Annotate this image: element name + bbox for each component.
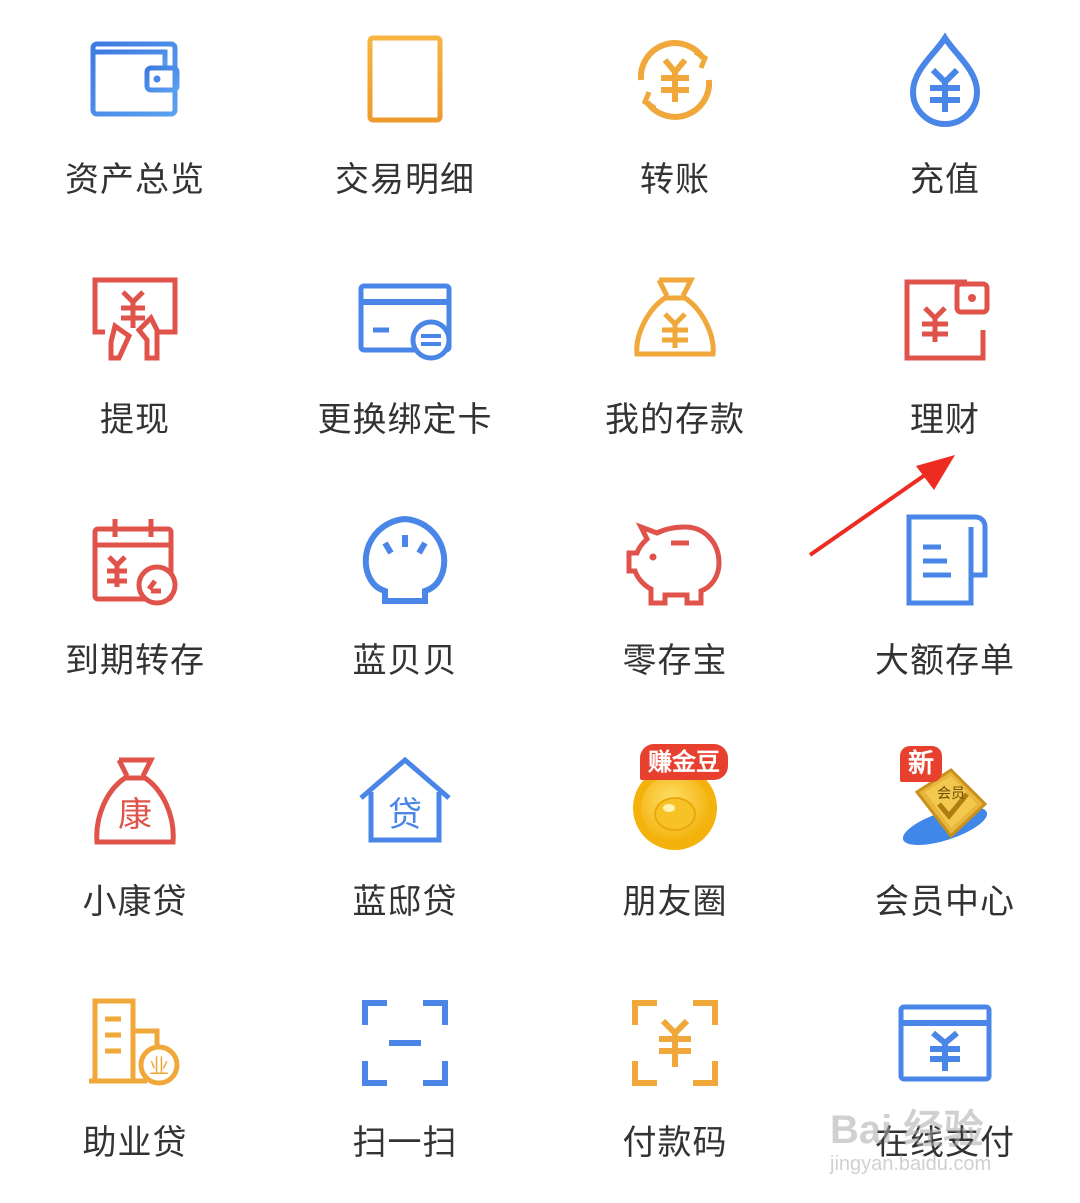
menu-item-landi-loan[interactable]: 贷 蓝邸贷 <box>270 722 540 962</box>
menu-item-label: 我的存款 <box>605 400 745 440</box>
menu-item-label: 付款码 <box>622 1123 728 1163</box>
menu-item-change-card[interactable]: 更换绑定卡 <box>270 240 540 480</box>
menu-item-large-cd[interactable]: 大额存单 <box>810 481 1080 721</box>
menu-item-label: 交易明细 <box>335 160 475 200</box>
kang-glyph: 康 <box>118 795 152 835</box>
member-glyph: 会员 <box>937 786 965 802</box>
menu-item-label: 更换绑定卡 <box>317 400 493 440</box>
menu-item-renew-deposit[interactable]: 到期转存 <box>0 481 270 721</box>
menu-item-transactions[interactable]: 交易明细 <box>270 0 540 240</box>
menu-item-recharge[interactable]: 充值 <box>810 0 1080 240</box>
wallet-icon <box>85 30 185 130</box>
pay-code-icon <box>625 993 725 1093</box>
menu-item-asset-overview[interactable]: 资产总览 <box>0 0 270 240</box>
menu-item-label: 助业贷 <box>82 1123 188 1163</box>
menu-item-member-center[interactable]: 会员 新 会员中心 <box>810 722 1080 962</box>
menu-item-label: 朋友圈 <box>622 882 728 922</box>
menu-grid: 资产总览 交易明细 转账 充值 提现 更换绑定卡 我的存款 理财 到期转存 蓝贝… <box>0 0 1080 1203</box>
online-pay-icon <box>895 993 995 1093</box>
certificate-icon <box>895 511 995 611</box>
menu-item-label: 到期转存 <box>65 641 205 681</box>
menu-item-label: 蓝邸贷 <box>352 882 458 922</box>
menu-item-label: 扫一扫 <box>352 1123 458 1163</box>
yuan-drop-icon <box>895 30 995 130</box>
menu-item-friends-circle[interactable]: 赚金豆 朋友圈 <box>540 722 810 962</box>
menu-item-scan[interactable]: 扫一扫 <box>270 963 540 1203</box>
menu-item-online-pay[interactable]: 在线支付 <box>810 963 1080 1203</box>
menu-item-zhuye-loan[interactable]: 业 助业贷 <box>0 963 270 1203</box>
earn-beans-badge: 赚金豆 <box>640 744 728 780</box>
scan-icon <box>355 993 455 1093</box>
calendar-renew-icon <box>85 511 185 611</box>
menu-item-lanbeibei[interactable]: 蓝贝贝 <box>270 481 540 721</box>
menu-item-xiaokang-loan[interactable]: 康 小康贷 <box>0 722 270 962</box>
menu-item-transfer[interactable]: 转账 <box>540 0 810 240</box>
piggy-bank-icon <box>625 511 725 611</box>
menu-item-label: 资产总览 <box>65 160 205 200</box>
yuan-transfer-icon <box>625 30 725 130</box>
menu-item-label: 大额存单 <box>875 641 1015 681</box>
new-badge: 新 <box>900 746 943 782</box>
menu-item-lingcunbao[interactable]: 零存宝 <box>540 481 810 721</box>
yuan-wallet-icon <box>895 270 995 370</box>
dai-glyph: 贷 <box>388 795 422 835</box>
menu-item-label: 蓝贝贝 <box>352 641 458 681</box>
card-swap-icon <box>355 270 455 370</box>
kang-bag-icon: 康 <box>85 752 185 852</box>
menu-item-label: 充值 <box>910 160 980 200</box>
menu-item-label: 理财 <box>910 400 980 440</box>
business-loan-icon: 业 <box>85 993 185 1093</box>
document-icon <box>355 30 455 130</box>
menu-item-label: 会员中心 <box>875 882 1015 922</box>
menu-item-wealth[interactable]: 理财 <box>810 240 1080 480</box>
menu-item-label: 零存宝 <box>622 641 728 681</box>
money-bag-icon <box>625 270 725 370</box>
shell-icon <box>355 511 455 611</box>
yuan-withdraw-icon <box>85 270 185 370</box>
menu-item-withdraw[interactable]: 提现 <box>0 240 270 480</box>
menu-item-label: 在线支付 <box>875 1123 1015 1163</box>
menu-item-my-deposits[interactable]: 我的存款 <box>540 240 810 480</box>
ye-glyph: 业 <box>149 1054 169 1078</box>
menu-item-label: 转账 <box>640 160 710 200</box>
menu-item-label: 小康贷 <box>82 882 188 922</box>
menu-item-label: 提现 <box>100 400 170 440</box>
menu-item-pay-code[interactable]: 付款码 <box>540 963 810 1203</box>
house-loan-icon: 贷 <box>355 752 455 852</box>
